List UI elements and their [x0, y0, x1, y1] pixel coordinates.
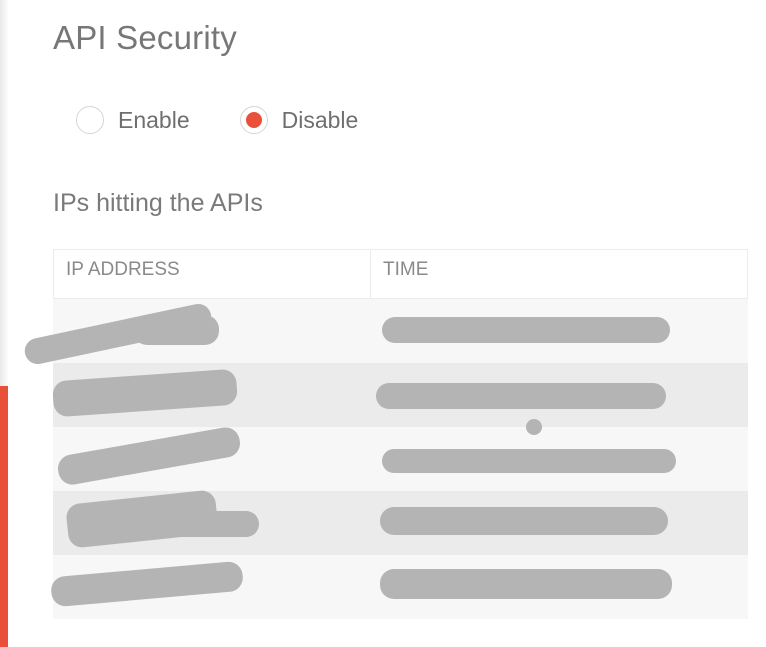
enable-radio-button[interactable]: [76, 106, 104, 134]
redaction-mark: [163, 511, 259, 537]
page-title: API Security: [53, 19, 237, 56]
ip-cell: [53, 489, 370, 555]
redaction-mark: [376, 383, 666, 409]
ip-cell: [22, 299, 370, 367]
enable-radio-option[interactable]: Enable: [76, 106, 190, 134]
sidebar-accent-bar: [0, 386, 8, 647]
time-cell: [370, 555, 748, 619]
redaction-mark: [380, 569, 672, 599]
ip-table: IP ADDRESS TIME: [22, 249, 748, 619]
radio-selected-dot: [245, 112, 262, 128]
table-row: [22, 299, 748, 367]
time-cell: [370, 299, 748, 363]
redaction-mark: [133, 315, 219, 345]
redaction-mark: [382, 449, 676, 473]
disable-radio-button[interactable]: [239, 106, 268, 134]
ip-cell: [50, 555, 370, 619]
table-row: [50, 555, 748, 619]
section-heading: IPs hitting the APIs: [53, 189, 263, 217]
table-row: [53, 419, 748, 491]
disable-radio-label: Disable: [281, 106, 359, 133]
redaction-mark: [382, 317, 670, 343]
time-cell: [370, 363, 748, 427]
redaction-mark: [55, 425, 243, 487]
enable-radio-label: Enable: [118, 106, 190, 133]
disable-radio-option[interactable]: Disable: [239, 106, 359, 134]
ip-cell: [51, 363, 370, 427]
time-cell: [370, 491, 748, 555]
table-header: IP ADDRESS TIME: [53, 249, 748, 299]
redaction-dot: [526, 419, 542, 435]
column-header-ip-address: IP ADDRESS: [54, 250, 371, 298]
table-row: [53, 489, 748, 555]
redaction-mark: [50, 560, 244, 608]
table-row: [51, 363, 748, 427]
redaction-mark: [51, 368, 239, 418]
ip-cell: [53, 425, 370, 491]
column-header-time: TIME: [383, 259, 429, 280]
time-cell: [370, 419, 748, 491]
api-security-radio-group: Enable Disable: [76, 106, 358, 134]
redaction-mark: [380, 507, 668, 535]
